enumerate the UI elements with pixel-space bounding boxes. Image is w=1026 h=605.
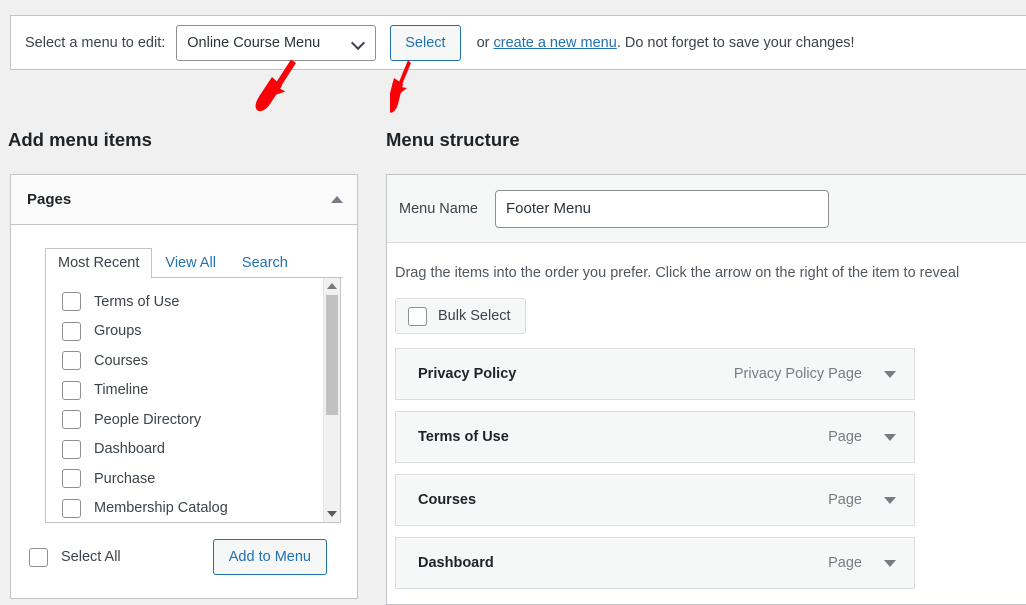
triangle-down-icon[interactable] (884, 434, 896, 441)
tab-most-recent[interactable]: Most Recent (45, 248, 152, 278)
menu-item-type: Page (828, 492, 862, 508)
menu-structure-panel: Menu Name Drag the items into the order … (386, 174, 1026, 605)
menu-select-dropdown-value: Online Course Menu (187, 35, 348, 51)
list-item[interactable]: Membership Catalog (46, 494, 340, 524)
pages-panel-header[interactable]: Pages (11, 175, 357, 225)
bulk-select-label: Bulk Select (438, 308, 511, 324)
pages-panel-body: Most Recent View All Search Terms of Use… (11, 225, 357, 575)
list-item[interactable]: Terms of Use (46, 287, 340, 317)
tab-search[interactable]: Search (229, 248, 301, 278)
list-item[interactable]: Timeline (46, 376, 340, 406)
page-label: Timeline (94, 382, 148, 398)
menu-select-dropdown[interactable]: Online Course Menu (176, 25, 376, 61)
menu-item-title: Courses (418, 492, 828, 508)
menu-item-type: Privacy Policy Page (734, 366, 862, 382)
bulk-select-checkbox[interactable] (408, 307, 427, 326)
menu-item-title: Privacy Policy (418, 366, 734, 382)
triangle-down-icon[interactable] (884, 371, 896, 378)
page-label: Terms of Use (94, 294, 179, 310)
page-label: Purchase (94, 471, 155, 487)
menu-item-row[interactable]: Terms of Use Page (395, 411, 915, 463)
select-menu-label: Select a menu to edit: (25, 35, 165, 51)
page-checkbox[interactable] (62, 292, 81, 311)
page-label: People Directory (94, 412, 201, 428)
page-checkbox[interactable] (62, 469, 81, 488)
chevron-down-icon (352, 36, 365, 49)
page-checkbox[interactable] (62, 499, 81, 518)
page-label: Groups (94, 323, 142, 339)
pages-checkbox-list: Terms of Use Groups Courses Timeline Peo… (46, 278, 340, 523)
page-checkbox[interactable] (62, 410, 81, 429)
select-all-checkbox[interactable] (29, 548, 48, 567)
pages-tabs: Most Recent View All Search (45, 247, 343, 278)
page-label: Courses (94, 353, 148, 369)
or-prefix: or (477, 35, 494, 51)
list-item[interactable]: Courses (46, 346, 340, 376)
page-label: Membership Catalog (94, 500, 228, 516)
page-checkbox[interactable] (62, 322, 81, 341)
scroll-up-arrow-icon[interactable] (327, 283, 337, 289)
menu-item-type: Page (828, 555, 862, 571)
page-checkbox[interactable] (62, 440, 81, 459)
select-button[interactable]: Select (390, 25, 460, 61)
menu-name-row: Menu Name (387, 175, 1026, 243)
menu-structure-heading: Menu structure (386, 129, 520, 151)
bulk-select-control[interactable]: Bulk Select (395, 298, 526, 334)
list-item[interactable]: Groups (46, 317, 340, 347)
triangle-down-icon[interactable] (884, 497, 896, 504)
scrollbar-thumb[interactable] (326, 295, 338, 415)
menu-item-title: Terms of Use (418, 429, 828, 445)
scroll-down-arrow-icon[interactable] (327, 511, 337, 517)
add-menu-items-heading: Add menu items (8, 129, 152, 151)
menu-item-row[interactable]: Privacy Policy Privacy Policy Page (395, 348, 915, 400)
list-item[interactable]: People Directory (46, 405, 340, 435)
menu-item-row[interactable]: Dashboard Page (395, 537, 915, 589)
pages-list-container: Terms of Use Groups Courses Timeline Peo… (45, 278, 341, 523)
menu-item-type: Page (828, 429, 862, 445)
page-label: Dashboard (94, 441, 165, 457)
menu-item-row[interactable]: Courses Page (395, 474, 915, 526)
create-a-new-menu-link[interactable]: create a new menu (493, 35, 616, 51)
save-changes-hint: . Do not forget to save your changes! (617, 35, 855, 51)
select-all-label: Select All (61, 549, 121, 565)
pages-panel-footer: Select All Add to Menu (27, 523, 341, 575)
pages-panel: Pages Most Recent View All Search Terms … (10, 174, 358, 599)
menu-item-title: Dashboard (418, 555, 828, 571)
triangle-up-icon[interactable] (331, 196, 343, 203)
pages-panel-title: Pages (27, 191, 331, 208)
page-checkbox[interactable] (62, 381, 81, 400)
list-item[interactable]: Purchase (46, 464, 340, 494)
drag-items-hint: Drag the items into the order you prefer… (387, 243, 1026, 281)
add-to-menu-button[interactable]: Add to Menu (213, 539, 327, 575)
select-all-control[interactable]: Select All (29, 548, 121, 567)
list-item[interactable]: Dashboard (46, 435, 340, 465)
create-menu-hint: or create a new menu. Do not forget to s… (477, 35, 855, 51)
menu-items-list: Privacy Policy Privacy Policy Page Terms… (395, 348, 1026, 589)
triangle-down-icon[interactable] (884, 560, 896, 567)
tab-view-all[interactable]: View All (152, 248, 229, 278)
pages-list-scrollbar[interactable] (323, 278, 340, 522)
menu-name-input[interactable] (495, 190, 829, 228)
menu-select-bar: Select a menu to edit: Online Course Men… (10, 15, 1026, 70)
menu-name-label: Menu Name (399, 201, 478, 217)
page-checkbox[interactable] (62, 351, 81, 370)
